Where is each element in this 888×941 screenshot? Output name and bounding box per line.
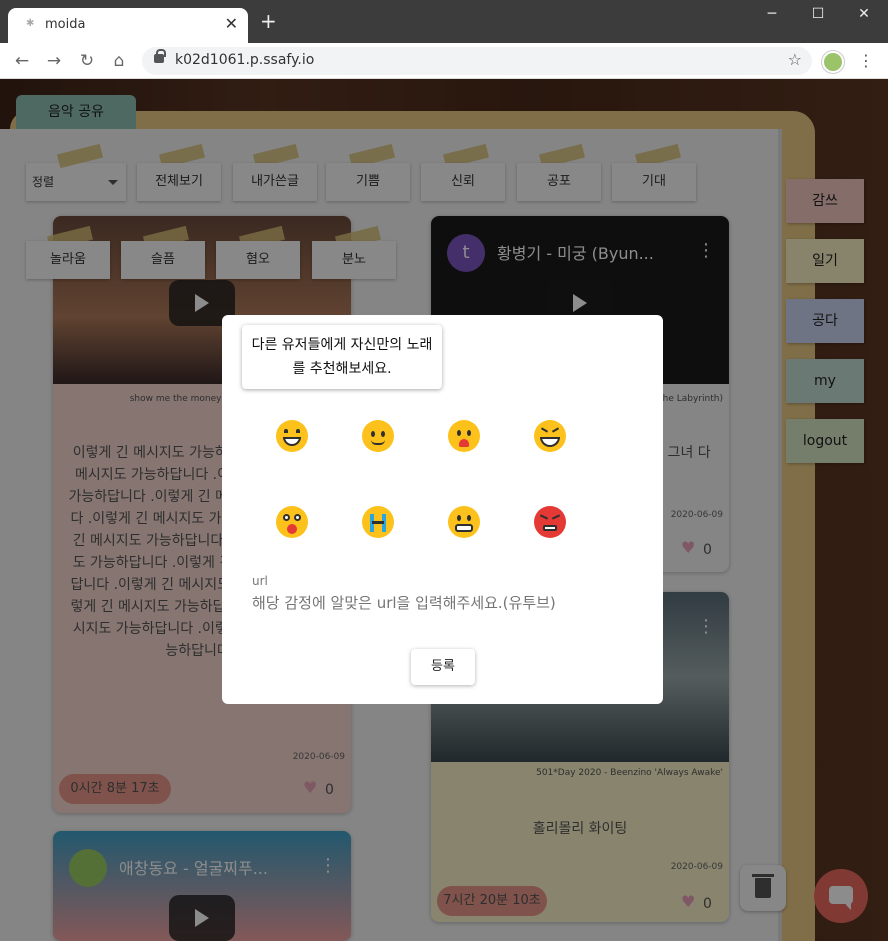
url-input[interactable]: [252, 591, 632, 615]
sadness-emoji-icon[interactable]: [362, 506, 394, 538]
profile-avatar[interactable]: [822, 51, 844, 73]
disgust-emoji-icon[interactable]: [448, 506, 480, 538]
anger-emoji-icon[interactable]: [534, 506, 566, 538]
trust-emoji-icon[interactable]: [362, 420, 394, 452]
new-tab-icon[interactable]: +: [260, 11, 277, 31]
forward-icon[interactable]: →: [44, 51, 64, 71]
tab-close-icon[interactable]: ✕: [225, 14, 238, 33]
url-label: url: [252, 574, 268, 588]
prompt-line-1: 다른 유저들에게 자신만의 노래: [251, 337, 433, 353]
submit-button[interactable]: 등록: [411, 649, 475, 685]
tab-favicon-icon: ✱: [26, 18, 35, 29]
tab-title: moida: [45, 17, 86, 32]
omnibox[interactable]: k02d1061.p.ssafy.io ☆: [142, 47, 812, 75]
browser-menu-icon[interactable]: ⋮: [858, 51, 874, 70]
browser-titlebar: ✱ moida ✕ + ─ ☐ ✕: [0, 0, 888, 43]
anticipation-emoji-icon[interactable]: [534, 420, 566, 452]
reload-icon[interactable]: ↻: [77, 51, 97, 71]
fear-emoji-icon[interactable]: [448, 420, 480, 452]
close-window-icon[interactable]: ✕: [854, 6, 874, 22]
surprise-emoji-icon[interactable]: [276, 506, 308, 538]
home-icon[interactable]: ⌂: [109, 51, 129, 71]
browser-tab[interactable]: ✱ moida ✕: [8, 8, 248, 43]
lock-icon: [154, 49, 166, 63]
bookmark-star-icon[interactable]: ☆: [788, 50, 802, 69]
joy-emoji-icon[interactable]: [276, 420, 308, 452]
prompt-line-2: 를 추천해보세요.: [292, 361, 392, 377]
minimize-icon[interactable]: ─: [762, 6, 782, 22]
prompt-bubble: 다른 유저들에게 자신만의 노래 를 추천해보세요.: [242, 325, 442, 389]
back-icon[interactable]: ←: [12, 51, 32, 71]
maximize-icon[interactable]: ☐: [808, 6, 828, 22]
recommend-modal: 다른 유저들에게 자신만의 노래 를 추천해보세요. url 해당 감정에 알맞…: [222, 315, 663, 704]
url-text: k02d1061.p.ssafy.io: [175, 52, 315, 68]
address-bar-row: ← → ↻ ⌂ k02d1061.p.ssafy.io ☆ ⋮: [0, 43, 888, 79]
